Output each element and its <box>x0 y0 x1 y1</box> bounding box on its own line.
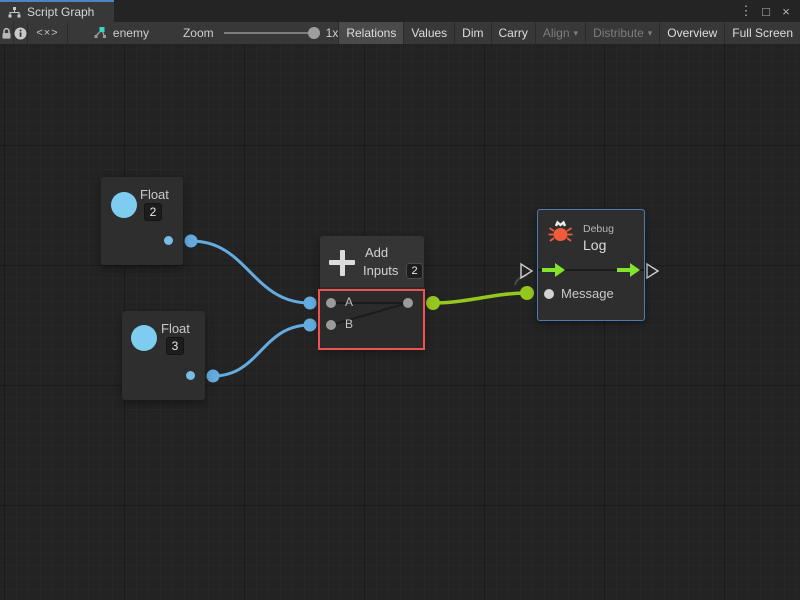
node-title: Float <box>140 187 169 202</box>
code-toggle-button[interactable]: <×> <box>28 22 68 44</box>
graph-asset-reference[interactable]: enemy <box>86 22 157 44</box>
chevron-down-icon: ▾ <box>648 28 653 39</box>
wire-float2-to-a[interactable] <box>191 241 310 303</box>
port-label-b: B <box>345 317 353 331</box>
carry-button[interactable]: Carry <box>491 22 535 44</box>
info-button[interactable] <box>14 22 28 44</box>
info-icon <box>14 27 27 40</box>
flow-output-triangle[interactable] <box>647 264 658 278</box>
relations-button[interactable]: Relations <box>338 22 403 44</box>
float-output-port[interactable] <box>186 371 195 380</box>
align-button[interactable]: Align▾ <box>535 22 585 44</box>
tab-title: Script Graph <box>27 5 94 19</box>
bug-icon <box>547 220 574 245</box>
node-category: Debug <box>583 223 614 235</box>
node-debug-log[interactable]: Debug Log Message <box>537 209 645 321</box>
float-type-icon <box>111 192 137 218</box>
add-node-header: Add Inputs 2 <box>320 236 424 287</box>
toolbar-toggle-group: Relations Values Dim Carry Align▾ Distri… <box>338 22 800 44</box>
float-output-port[interactable] <box>164 236 173 245</box>
node-add[interactable]: Add Inputs 2 A B <box>320 236 424 349</box>
script-graph-icon <box>8 7 21 18</box>
message-input-port[interactable] <box>544 289 554 299</box>
close-button[interactable]: × <box>778 4 794 19</box>
graph-canvas[interactable]: Float 2 Float 3 Add Inputs 2 <box>0 44 800 600</box>
wire-endpoint[interactable] <box>185 235 198 248</box>
input-port-b[interactable] <box>326 320 336 330</box>
zoom-slider[interactable] <box>224 22 319 44</box>
float-value-field[interactable]: 3 <box>166 337 184 355</box>
input-port-a[interactable] <box>326 298 336 308</box>
wire-endpoint[interactable] <box>520 286 534 300</box>
zoom-value: 1x <box>326 26 339 40</box>
add-relations <box>320 287 424 349</box>
overview-button[interactable]: Overview <box>659 22 724 44</box>
port-label-a: A <box>345 295 353 309</box>
node-title: Add <box>365 245 388 260</box>
node-title: Float <box>161 321 190 336</box>
output-port-sum[interactable] <box>403 298 413 308</box>
zoom-control: Zoom 1x <box>183 22 338 44</box>
float-type-icon <box>131 325 157 351</box>
node-float-2[interactable]: Float 2 <box>101 177 183 265</box>
window-menu-button[interactable]: ⋮ <box>738 3 754 19</box>
graph-toolbar: <×> enemy Zoom 1x Relations Values Dim C… <box>0 22 800 44</box>
graph-asset-icon <box>94 26 108 40</box>
node-float-3[interactable]: Float 3 <box>122 311 205 400</box>
zoom-label: Zoom <box>183 26 214 40</box>
graph-name: enemy <box>113 26 149 40</box>
tab-bar: Script Graph ⋮ □ × <box>0 0 800 22</box>
wire-endpoint[interactable] <box>426 296 440 310</box>
maximize-button[interactable]: □ <box>758 4 774 19</box>
node-title: Log <box>583 237 606 253</box>
dim-button[interactable]: Dim <box>454 22 490 44</box>
message-label: Message <box>561 286 614 301</box>
values-button[interactable]: Values <box>403 22 454 44</box>
float-value-field[interactable]: 2 <box>144 203 162 221</box>
fullscreen-button[interactable]: Full Screen <box>724 22 800 44</box>
inputs-label: Inputs <box>363 263 398 278</box>
wire-float3-to-b[interactable] <box>213 325 310 376</box>
flow-out-arrow-icon <box>617 263 640 277</box>
wire-endpoint[interactable] <box>207 370 220 383</box>
wire-endpoint[interactable] <box>304 319 317 332</box>
window-controls: ⋮ □ × <box>738 0 800 22</box>
flow-in-arrow-icon <box>542 263 565 277</box>
lock-button[interactable] <box>0 22 14 44</box>
wire-add-to-message[interactable] <box>433 293 527 303</box>
zoom-slider-track[interactable] <box>224 32 319 34</box>
distribute-button[interactable]: Distribute▾ <box>585 22 659 44</box>
chevron-down-icon: ▾ <box>574 28 579 39</box>
tab-script-graph[interactable]: Script Graph <box>0 0 114 22</box>
inputs-count-field[interactable]: 2 <box>406 263 423 279</box>
wire-endpoint[interactable] <box>304 297 317 310</box>
zoom-slider-handle[interactable] <box>308 27 320 39</box>
lock-icon <box>0 27 13 40</box>
script-graph-window: Script Graph ⋮ □ × <×> <box>0 0 800 600</box>
